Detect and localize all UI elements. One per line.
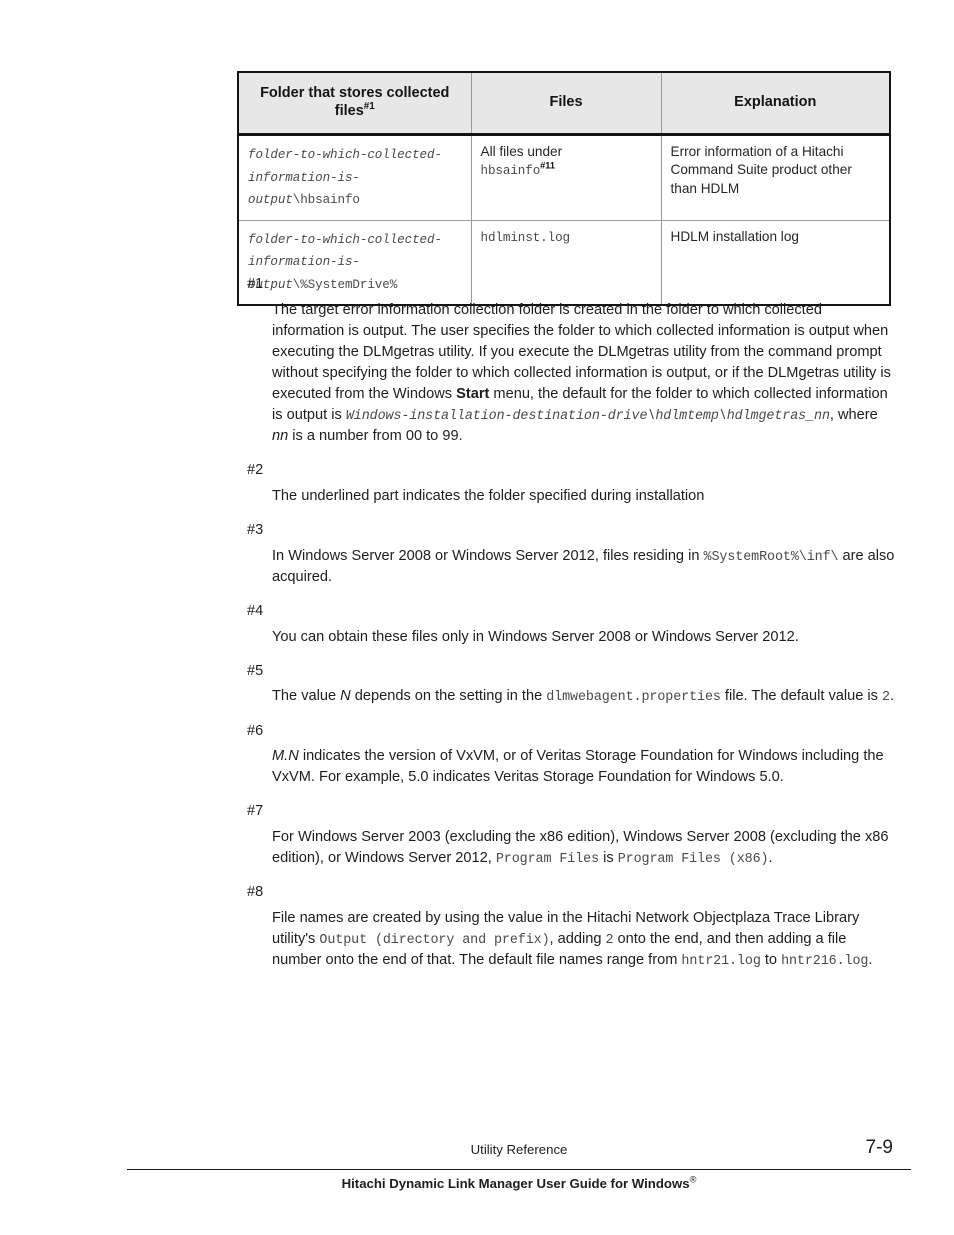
table-header-folder-text: Folder that stores collected files xyxy=(260,85,450,119)
footnote-item: #4 You can obtain these files only in Win… xyxy=(247,601,895,648)
footnote-label: #5 xyxy=(247,662,264,679)
table-header-files-text: Files xyxy=(549,93,583,110)
table-header-files: Files xyxy=(471,72,662,137)
footnote-code: hntr216.log xyxy=(781,954,869,970)
table-cell-files: All files under hbsainfo#11 xyxy=(471,134,662,221)
footnote-body: The value N depends on the setting in th… xyxy=(272,688,895,706)
files-name: hbsainfo xyxy=(480,164,541,179)
footnote-code: hntr21.log xyxy=(681,954,761,970)
document-page: Folder that stores collected files#1 Fil… xyxy=(0,0,954,1235)
footer-document-title-text: Hitachi Dynamic Link Manager User Guide … xyxy=(341,1176,690,1191)
footnote-label: #7 xyxy=(247,803,264,820)
footnote-body: The underlined part indicates the folder… xyxy=(272,487,705,504)
footnote-code: Output (directory and prefix) xyxy=(319,933,550,949)
table-header-row: Folder that stores collected files#1 Fil… xyxy=(238,72,890,137)
footnote-code: %SystemRoot%\inf\ xyxy=(703,549,839,565)
footnote-code: dlmwebagent.properties xyxy=(546,690,721,706)
footer-divider xyxy=(127,1169,911,1170)
page-number: 7-9 xyxy=(865,1137,893,1158)
footnote-emphasis: Start xyxy=(456,385,490,402)
footnote-body: For Windows Server 2003 (excluding the x… xyxy=(272,829,889,868)
footnote-body: File names are created by using the valu… xyxy=(272,910,873,970)
footnote-label: #1 xyxy=(247,276,264,292)
table-header-folder-footnote: #1 xyxy=(363,100,375,112)
footnote-label: #6 xyxy=(247,722,264,739)
footnote-item: #8 File names are created by using the va… xyxy=(247,882,895,971)
footnote-item: #6 M.N indicates the version of VxVM, or … xyxy=(247,721,895,789)
footnote-code: 2 xyxy=(882,690,890,706)
footnote-label: #3 xyxy=(247,521,264,538)
table-header-folder: Folder that stores collected files#1 xyxy=(238,72,472,137)
footnote-item: #2 The underlined part indicates the fold… xyxy=(247,460,895,507)
footer-document-title: Hitachi Dynamic Link Manager User Guide … xyxy=(127,1174,911,1191)
files-description: All files under xyxy=(480,144,563,160)
footer-section-name: Utility Reference xyxy=(470,1142,568,1157)
footnote-code-variable: Windows-installation-destination-drive\h… xyxy=(345,408,830,424)
collected-files-table: Folder that stores collected files#1 Fil… xyxy=(237,71,891,307)
footnote-label: #8 xyxy=(247,884,264,901)
footnote-body: In Windows Server 2008 or Windows Server… xyxy=(272,547,895,585)
table-row: folder-to-which-collected-information-is… xyxy=(238,134,890,221)
collected-files-table-wrapper: Folder that stores collected files#1 Fil… xyxy=(237,71,891,307)
page-footer: Utility Reference 7-9 Hitachi Dynamic Li… xyxy=(127,1137,911,1191)
footnote-code: Program Files (x86) xyxy=(617,852,769,868)
table-cell-explanation: Error information of a Hitachi Command S… xyxy=(661,134,890,221)
table-header-explanation: Explanation xyxy=(661,72,890,137)
table-cell-folder: folder-to-which-collected-information-is… xyxy=(238,134,472,221)
registered-trademark-icon: ® xyxy=(689,1174,697,1185)
files-footnote: #11 xyxy=(540,160,556,171)
footnote-item: #5 The value N depends on the setting in … xyxy=(247,661,895,708)
footnote-label: #2 xyxy=(247,462,264,479)
footnote-item: #1 The target error information collectio… xyxy=(247,274,895,447)
footnote-item: #3 In Windows Server 2008 or Windows Serv… xyxy=(247,520,895,588)
footnote-variable: nn xyxy=(272,428,289,445)
folder-path-literal: \hbsainfo xyxy=(292,193,360,208)
footnote-variable: M.N xyxy=(272,748,299,765)
table-header-explanation-text: Explanation xyxy=(734,93,817,110)
footnote-item: #7 For Windows Server 2003 (excluding the… xyxy=(247,801,895,869)
footnote-label: #4 xyxy=(247,602,264,619)
footnote-variable: N xyxy=(340,688,351,705)
footnote-body: M.N indicates the version of VxVM, or of… xyxy=(272,748,884,786)
footnote-code: Program Files xyxy=(495,852,600,868)
footnote-body: The target error information collection … xyxy=(272,301,891,445)
footnote-body: You can obtain these files only in Windo… xyxy=(272,628,799,645)
footnotes-list: #1 The target error information collectio… xyxy=(247,274,895,972)
files-name: hdlminst.log xyxy=(480,230,571,245)
